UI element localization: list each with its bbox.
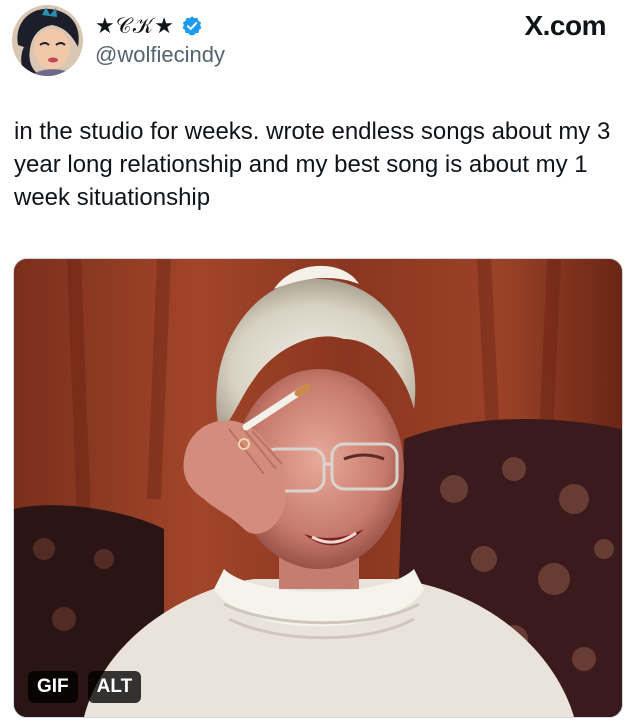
avatar-illustration bbox=[12, 5, 83, 76]
gif-badge[interactable]: GIF bbox=[28, 671, 78, 703]
gif-frame-illustration bbox=[14, 259, 622, 717]
display-name-row: ★𝒞𝒦★ bbox=[95, 10, 203, 42]
user-handle[interactable]: @wolfiecindy bbox=[95, 42, 225, 68]
display-name[interactable]: ★𝒞𝒦★ bbox=[95, 14, 175, 39]
avatar[interactable] bbox=[12, 5, 83, 76]
tweet-text: in the studio for weeks. wrote endless s… bbox=[14, 118, 611, 211]
verified-badge-icon bbox=[181, 15, 203, 37]
tweet-media-gif[interactable]: GIF ALT bbox=[13, 258, 623, 718]
tweet-card: ★𝒞𝒦★ @wolfiecindy X.com in the studio fo… bbox=[0, 0, 634, 727]
alt-text-badge[interactable]: ALT bbox=[87, 671, 142, 703]
media-badges: GIF ALT bbox=[28, 671, 142, 703]
x-brand-logo: X.com bbox=[524, 10, 606, 41]
